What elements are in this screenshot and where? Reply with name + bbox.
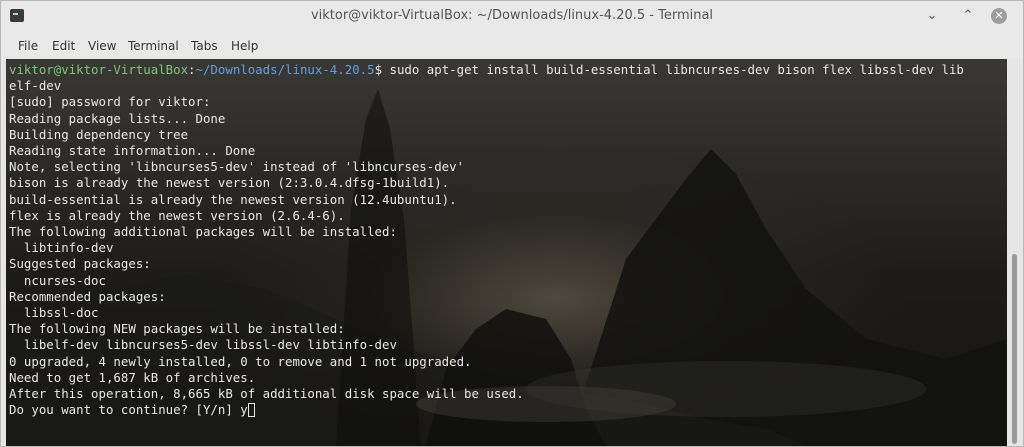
- output-line: libelf-dev libncurses5-dev libssl-dev li…: [9, 337, 397, 353]
- menu-help[interactable]: Help: [231, 39, 258, 53]
- menu-bar: File Edit View Terminal Tabs Help: [1, 31, 1023, 59]
- prompt-separator: :: [188, 62, 196, 77]
- menu-terminal[interactable]: Terminal: [128, 39, 179, 53]
- command-text: sudo apt-get install build-essential lib…: [382, 62, 964, 77]
- prompt-user: viktor@viktor-VirtualBox: [9, 62, 189, 77]
- menu-view[interactable]: View: [88, 39, 116, 53]
- output-line: 0 upgraded, 4 newly installed, 0 to remo…: [9, 353, 472, 369]
- output-line: elf-dev: [9, 78, 62, 94]
- menu-tabs[interactable]: Tabs: [191, 39, 218, 53]
- output-line: ncurses-doc: [9, 272, 106, 288]
- terminal-area[interactable]: viktor@viktor-VirtualBox:~/Downloads/lin…: [6, 59, 1007, 446]
- close-icon[interactable]: ✕: [991, 8, 1007, 24]
- prompt-path: ~/Downloads/linux-4.20.5: [195, 62, 375, 77]
- title-bar[interactable]: viktor@viktor-VirtualBox: ~/Downloads/li…: [1, 1, 1023, 31]
- output-line: Note, selecting 'libncurses5-dev' instea…: [9, 159, 465, 175]
- output-line: The following NEW packages will be insta…: [9, 321, 345, 337]
- minimize-icon[interactable]: ⌄: [925, 9, 939, 23]
- output-line: After this operation, 8,665 kB of additi…: [9, 386, 524, 402]
- output-line: libtinfo-dev: [9, 240, 114, 256]
- output-line: The following additional packages will b…: [9, 224, 397, 240]
- output-line: Recommended packages:: [9, 288, 166, 304]
- prompt-symbol: $: [374, 62, 383, 77]
- vertical-scrollbar[interactable]: [1007, 59, 1023, 446]
- output-line: [sudo] password for viktor:: [9, 94, 211, 110]
- output-line: Need to get 1,687 kB of archives.: [9, 369, 256, 385]
- output-line: libssl-doc: [9, 305, 99, 321]
- menu-edit[interactable]: Edit: [52, 39, 75, 53]
- terminal-window: viktor@viktor-VirtualBox: ~/Downloads/li…: [0, 0, 1024, 447]
- output-line: bison is already the newest version (2:3…: [9, 175, 450, 191]
- menu-file[interactable]: File: [18, 39, 38, 53]
- scrollbar-thumb[interactable]: [1012, 254, 1017, 444]
- output-line: Reading package lists... Done: [9, 110, 226, 126]
- output-line: Suggested packages:: [9, 256, 151, 272]
- input-line[interactable]: Do you want to continue? [Y/n] y: [9, 402, 248, 417]
- terminal-output: viktor@viktor-VirtualBox:~/Downloads/lin…: [9, 62, 999, 418]
- output-line: Building dependency tree: [9, 126, 189, 142]
- maximize-icon[interactable]: ⌃: [961, 9, 975, 23]
- window-title: viktor@viktor-VirtualBox: ~/Downloads/li…: [310, 8, 714, 23]
- cursor-block: [247, 403, 255, 418]
- output-line: build-essential is already the newest ve…: [9, 191, 457, 207]
- output-line: Reading state information... Done: [9, 143, 256, 159]
- output-line: flex is already the newest version (2.6.…: [9, 207, 345, 223]
